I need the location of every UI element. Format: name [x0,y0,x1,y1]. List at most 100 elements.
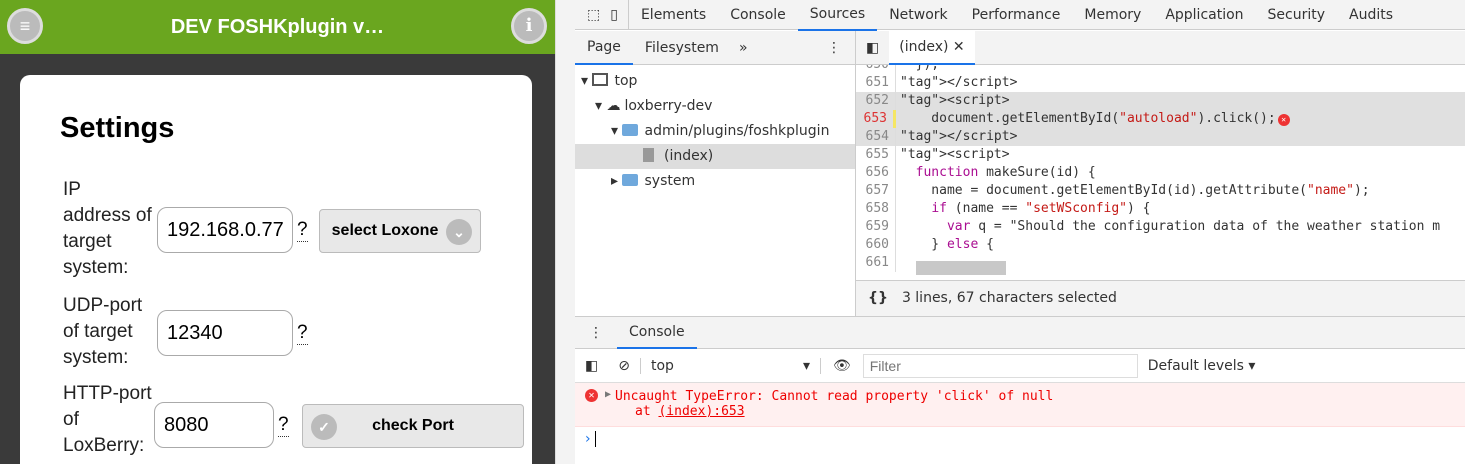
selection-status: 3 lines, 67 characters selected [901,290,1117,306]
tree-item-loxberry-dev[interactable]: ▾ ☁ loxberry-dev [575,94,855,119]
tree-item-system[interactable]: ▸ system [575,169,855,194]
tab-network[interactable]: Network [877,0,959,30]
tab-filesystem[interactable]: Filesystem [633,40,731,56]
expand-icon[interactable]: ▶ [605,389,611,400]
code-line[interactable]: 656 function makeSure(id) { [856,164,1465,182]
code-text: if (name == "setWSconfig") { [931,201,1151,216]
navigator-pane: Page Filesystem » ⋮ ▾ top ▾ ☁ loxberry-de… [575,31,856,316]
code-line[interactable]: 653 document.getElementById("autoload").… [856,110,1465,128]
tree-label: admin/plugins/foshkplugin [644,123,830,139]
tab-application[interactable]: Application [1153,0,1255,30]
line-number[interactable]: 659 [856,218,896,236]
code-line[interactable]: 655 "tag"><script> [856,146,1465,164]
eye-icon[interactable]: 👁 [821,358,863,374]
error-message: Uncaught TypeError: Cannot read property… [615,389,1054,404]
code-line[interactable]: 659 var q = "Should the configuration da… [856,218,1465,236]
line-number[interactable]: 650 [856,65,896,74]
code-line[interactable]: 651 "tag"></script> [856,74,1465,92]
horizontal-scrollbar[interactable] [902,259,1465,277]
error-location-link[interactable]: (index):653 [658,404,744,419]
code-line[interactable]: 658 if (name == "setWSconfig") { [856,200,1465,218]
check-port-button[interactable]: ✓ check Port [302,404,524,448]
context-select[interactable]: top ▾ [641,357,821,374]
sidebar-toggle-icon[interactable]: ◧ [575,358,608,374]
code-line[interactable]: 660 } else { [856,236,1465,254]
cloud-icon: ☁ [606,98,621,114]
console-prompt[interactable]: › [575,427,1465,451]
drawer-tabs: ⋮ Console [575,317,1465,349]
tree-label: (index) [664,148,714,164]
devtools: ⬚ ▯ Elements Console Sources Network Per… [575,0,1465,464]
code-line[interactable]: 652 "tag"><script> [856,92,1465,110]
line-number[interactable]: 661 [856,254,896,272]
ip-help[interactable]: ? [297,219,308,242]
code-text: } else { [900,237,994,252]
tab-elements[interactable]: Elements [629,0,718,30]
pretty-print-icon[interactable]: {} [868,290,888,306]
drawer-menu-icon[interactable]: ⋮ [575,325,617,341]
device-toolbar-icon[interactable]: ▯ [606,0,629,30]
tree-item-top[interactable]: ▾ top [575,69,855,94]
more-tabs-icon[interactable]: » [731,40,756,56]
line-number[interactable]: 651 [856,74,896,92]
tree-label: loxberry-dev [624,98,713,114]
toggle-navigator-icon[interactable]: ◧ [856,40,889,56]
context-label: top [650,357,674,374]
http-help[interactable]: ? [278,414,289,437]
line-number[interactable]: 658 [856,200,896,218]
line-number[interactable]: 660 [856,236,896,254]
tab-sources[interactable]: Sources [797,0,878,31]
navigator-tabs: Page Filesystem » ⋮ [575,31,855,65]
menu-icon[interactable]: ≡ [7,8,43,44]
error-at: at [635,404,659,419]
tab-memory[interactable]: Memory [1072,0,1153,30]
more-options-icon[interactable]: ⋮ [813,40,855,56]
tree-item-index[interactable]: (index) [575,144,855,169]
code-line[interactable]: 657 name = document.getElementById(id).g… [856,182,1465,200]
folder-icon [622,124,639,136]
file-tab-index[interactable]: (index) ✕ [889,30,975,65]
log-levels-dropdown[interactable]: Default levels ▾ [1138,358,1266,374]
app-title: DEV FOSHKplugin v… [170,16,385,38]
tab-audits[interactable]: Audits [1337,0,1405,30]
filter-input[interactable] [862,353,1138,378]
tab-page[interactable]: Page [575,31,633,65]
udp-help[interactable]: ? [297,322,308,345]
tree-label: top [614,73,638,89]
editor-tabs: ◧ (index) ✕ [856,30,1465,65]
select-loxone-button[interactable]: select Loxone ⌄ [319,209,481,253]
info-icon[interactable]: i [511,8,547,44]
clear-console-icon[interactable]: ⊘ [608,357,641,374]
line-number[interactable]: 654 [856,128,896,146]
udp-port-input[interactable]: 12340 [157,310,293,356]
line-number[interactable]: 656 [856,164,896,182]
select-loxone-label: select Loxone [331,222,439,239]
file-tab-label: (index) [899,38,949,55]
tab-performance[interactable]: Performance [960,0,1073,30]
console-drawer: ⋮ Console ◧ ⊘ top ▾ 👁 Default levels ▾ ✕ … [575,316,1465,464]
folder-icon [622,174,639,186]
code-view[interactable]: 650 });651"tag"></script>652"tag"><scrip… [856,65,1465,280]
scrollbar-thumb[interactable] [916,261,1006,275]
http-port-input[interactable]: 8080 [154,402,274,448]
tab-console[interactable]: Console [718,0,798,30]
code-line[interactable]: 650 }); [856,65,1465,74]
udp-label: UDP-port of target system: [63,295,143,368]
code-line[interactable]: 654 "tag"></script> [856,128,1465,146]
prompt-icon: › [585,431,591,447]
editor-pane: ◧ (index) ✕ 650 });651"tag"></script>652… [856,30,1465,316]
close-icon[interactable]: ✕ [953,39,965,55]
code-text: name = document.getElementById(id).getAt… [900,183,1370,198]
line-number[interactable]: 655 [856,146,896,164]
drawer-tab-console[interactable]: Console [617,317,697,349]
page-title: Settings [60,112,175,144]
line-number[interactable]: 653 [856,110,896,128]
inspect-icon[interactable]: ⬚ [575,0,606,30]
resize-divider[interactable] [555,0,575,464]
tab-security[interactable]: Security [1256,0,1338,30]
line-number[interactable]: 657 [856,182,896,200]
tree-item-foshkplugin[interactable]: ▾ admin/plugins/foshkplugin [575,119,855,144]
ip-input[interactable]: 192.168.0.77 [157,207,293,253]
line-number[interactable]: 652 [856,92,896,110]
code-text: document.getElementById("autoload").clic… [900,111,1276,126]
